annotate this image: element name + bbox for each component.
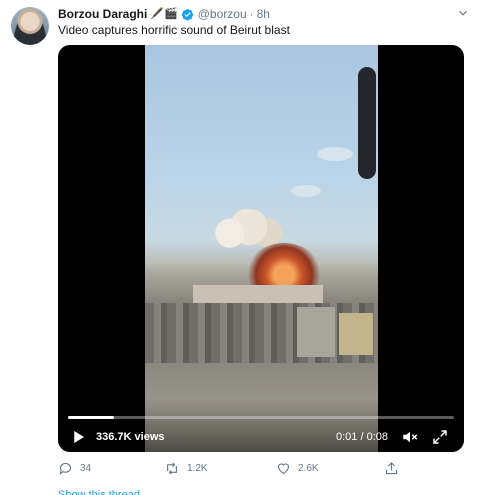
like-button[interactable]: 2.6K — [276, 459, 319, 477]
video-controls: 336.7K views 0:01 / 0:08 — [58, 400, 464, 452]
video-frame — [145, 45, 378, 452]
fullscreen-icon[interactable] — [430, 428, 450, 446]
separator-dot: · — [249, 7, 254, 21]
phone-edge — [358, 67, 376, 179]
like-count: 2.6K — [298, 462, 319, 474]
video-timecode: 0:01 / 0:08 — [336, 431, 388, 443]
heart-icon — [277, 462, 290, 474]
video-player[interactable]: 336.7K views 0:01 / 0:08 — [58, 45, 464, 452]
view-count: 336.7K views — [96, 431, 165, 443]
reply-icon — [59, 462, 72, 475]
tweet-actions: 34 1.2K 2.6K — [58, 459, 458, 477]
progress-fill — [68, 416, 115, 419]
reply-count: 34 — [80, 462, 92, 474]
share-button[interactable] — [384, 459, 399, 477]
reply-button[interactable]: 34 — [58, 459, 91, 477]
tweet-text: Video captures horrific sound of Beirut … — [58, 23, 290, 37]
share-icon — [385, 461, 398, 474]
retweet-button[interactable]: 1.2K — [164, 459, 208, 477]
tweet-header: Borzou Daraghi 🖋️🎬 @borzou · 8h — [58, 6, 270, 22]
progress-bar[interactable] — [68, 416, 454, 419]
show-thread-link[interactable]: Show this thread — [58, 486, 140, 495]
tweet-time[interactable]: 8h — [257, 7, 270, 21]
mute-icon[interactable] — [400, 428, 420, 446]
author-name[interactable]: Borzou Daraghi — [58, 7, 147, 21]
verified-badge-icon — [181, 8, 193, 20]
play-icon[interactable] — [68, 428, 88, 446]
retweet-icon — [167, 461, 177, 475]
tweet[interactable]: Borzou Daraghi 🖋️🎬 @borzou · 8h Video ca… — [0, 0, 482, 495]
author-emojis: 🖋️🎬 — [150, 7, 178, 20]
author-handle[interactable]: @borzou — [198, 7, 247, 21]
retweet-count: 1.2K — [187, 462, 208, 474]
chevron-down-icon[interactable] — [456, 6, 470, 20]
avatar[interactable] — [11, 7, 49, 45]
